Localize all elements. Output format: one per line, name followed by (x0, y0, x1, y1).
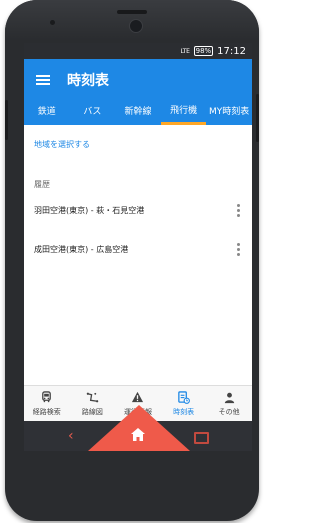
history-route: 成田空港(東京) - 広島空港 (34, 245, 129, 254)
recent-apps-icon[interactable] (194, 432, 209, 444)
select-region-link[interactable]: 地域を選択する (34, 139, 242, 150)
volume-button (256, 94, 259, 142)
battery-indicator: 98% (193, 46, 214, 56)
phone-frame: LTE 98% 17:12 時刻表 鉄道 バス 新幹線 飛行機 MY時刻表 地域… (5, 0, 259, 521)
hamburger-menu-icon[interactable] (36, 75, 50, 85)
bottom-nav-label: その他 (218, 408, 240, 416)
person-icon (224, 392, 234, 404)
app-bar: 時刻表 (24, 59, 252, 101)
bottom-nav-other[interactable]: その他 (206, 386, 252, 421)
system-navigation-bar: ‹ (24, 405, 252, 451)
more-options-icon[interactable] (237, 204, 240, 217)
page-title: 時刻表 (67, 73, 109, 89)
bus-icon (42, 391, 52, 403)
history-route: 羽田空港(東京) - 萩・石見空港 (34, 206, 145, 215)
clock: 17:12 (217, 45, 246, 57)
bottom-nav-route-search[interactable]: 経路検索 (24, 386, 70, 421)
phone-screen: LTE 98% 17:12 時刻表 鉄道 バス 新幹線 飛行機 MY時刻表 地域… (24, 43, 252, 451)
timetable-icon (178, 391, 190, 404)
power-button (5, 100, 8, 140)
history-header: 履歴 (34, 180, 50, 189)
main-content: 地域を選択する 履歴 羽田空港(東京) - 萩・石見空港 成田空港(東京) - … (24, 139, 252, 256)
tab-my-timetable[interactable]: MY時刻表 (206, 101, 252, 125)
tab-bus[interactable]: バス (70, 101, 116, 125)
home-icon[interactable] (129, 426, 147, 444)
status-bar: LTE 98% 17:12 (24, 43, 252, 59)
warning-icon (132, 391, 144, 403)
network-indicator: LTE (180, 47, 190, 55)
more-options-icon[interactable] (237, 243, 240, 256)
history-item[interactable]: 成田空港(東京) - 広島空港 (34, 243, 242, 256)
earpiece-speaker (117, 10, 147, 14)
tab-bar: 鉄道 バス 新幹線 飛行機 MY時刻表 (24, 101, 252, 125)
front-camera (129, 19, 143, 33)
route-map-icon (86, 392, 99, 403)
proximity-sensor (50, 20, 55, 25)
tab-shinkansen[interactable]: 新幹線 (115, 101, 161, 125)
bottom-nav-label: 経路検索 (32, 408, 61, 416)
tab-airplane[interactable]: 飛行機 (160, 101, 207, 125)
back-icon[interactable]: ‹ (68, 428, 74, 444)
history-item[interactable]: 羽田空港(東京) - 萩・石見空港 (34, 204, 242, 217)
tab-railway[interactable]: 鉄道 (24, 101, 70, 125)
